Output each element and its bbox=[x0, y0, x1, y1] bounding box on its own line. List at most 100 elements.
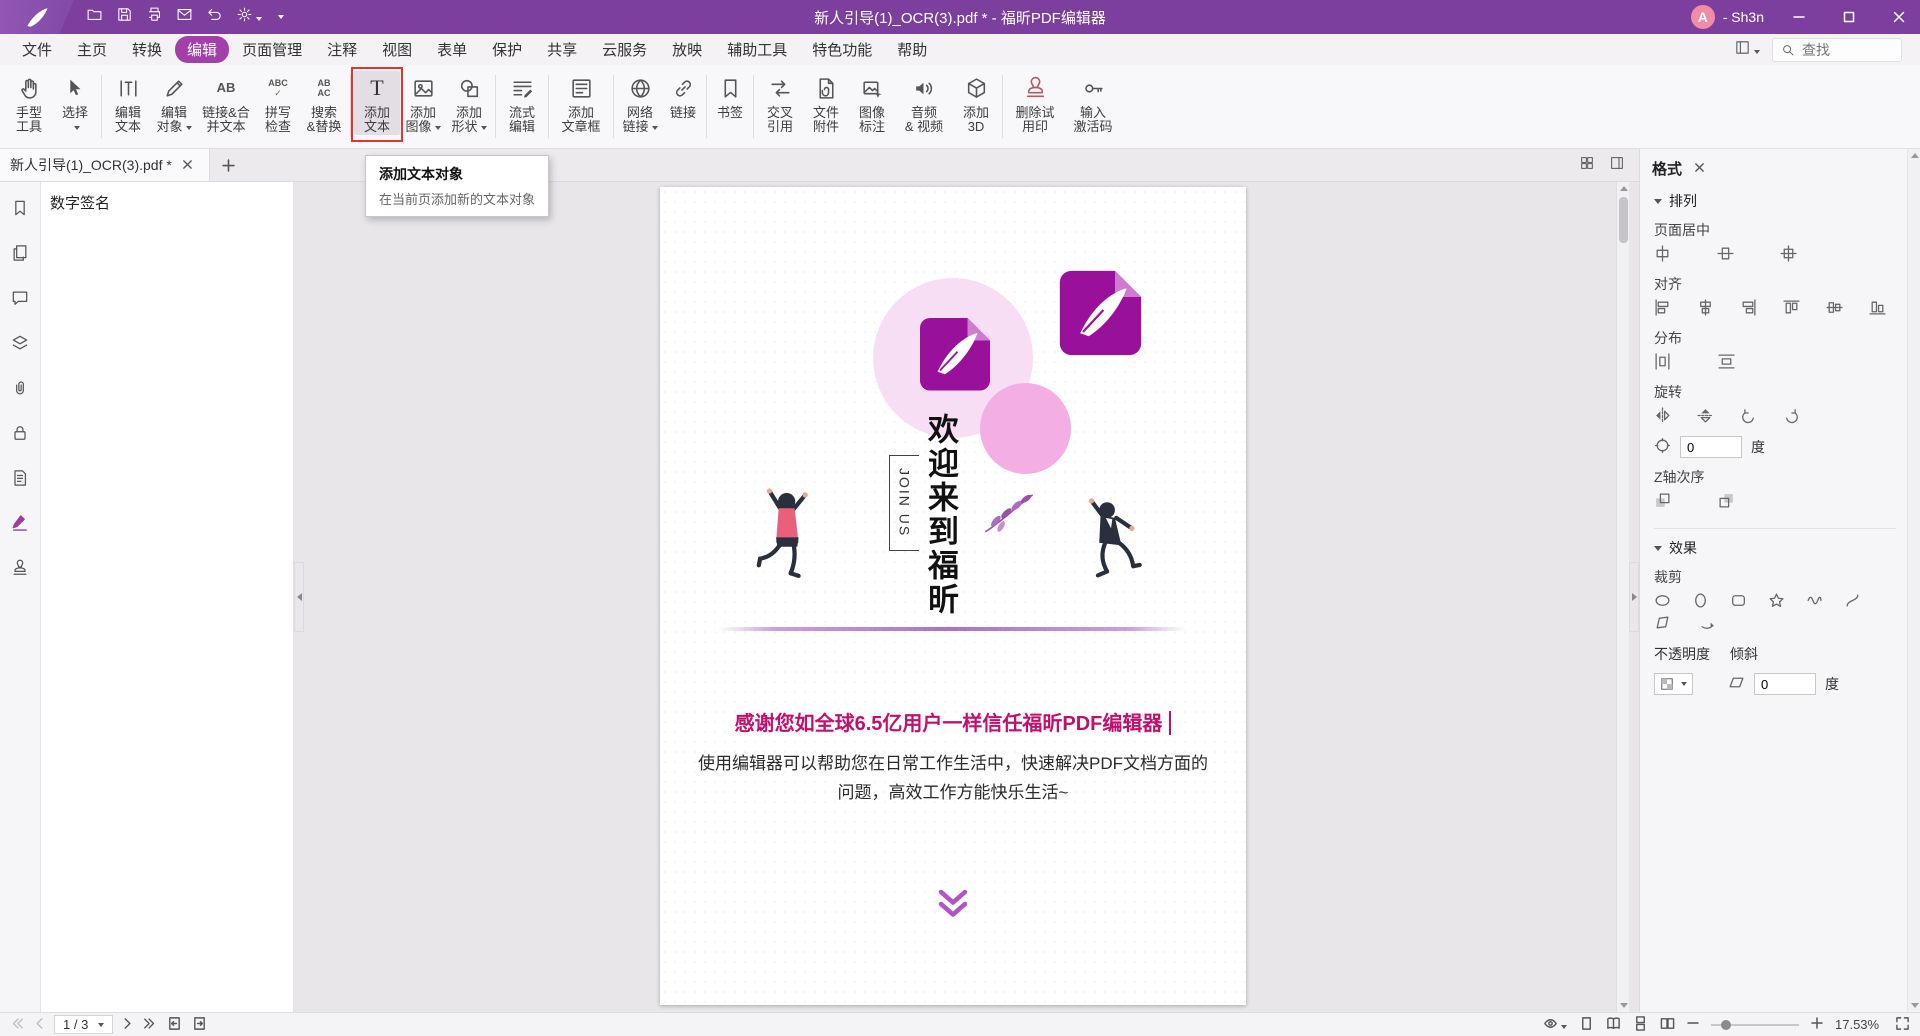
gear-icon[interactable] bbox=[236, 6, 262, 28]
ribbon-cross-reference[interactable]: 交叉 引用 bbox=[757, 71, 803, 135]
menu-form[interactable]: 表单 bbox=[425, 36, 479, 63]
ribbon-hand-tool[interactable]: 手型 工具 bbox=[6, 71, 52, 135]
comments-panel-icon[interactable] bbox=[8, 286, 32, 310]
crop-oval-icon[interactable] bbox=[1692, 592, 1709, 612]
tab-grid-icon[interactable] bbox=[1579, 155, 1595, 176]
menu-accessibility[interactable]: 辅助工具 bbox=[715, 36, 799, 63]
mail-icon[interactable] bbox=[176, 6, 193, 28]
distribute-horizontal-icon[interactable] bbox=[1654, 353, 1671, 373]
ribbon-edit-text[interactable]: 编辑 文本 bbox=[105, 71, 151, 135]
customize-toolbar-icon[interactable] bbox=[275, 8, 284, 26]
menu-edit[interactable]: 编辑 bbox=[175, 36, 229, 63]
collapse-right-panel-handle[interactable] bbox=[1629, 562, 1639, 632]
menu-comment[interactable]: 注释 bbox=[315, 36, 369, 63]
find-box[interactable] bbox=[1772, 38, 1902, 62]
stamps-panel-icon[interactable] bbox=[8, 556, 32, 580]
ribbon-search-replace[interactable]: ABAC 搜索 &替换 bbox=[301, 71, 347, 135]
menu-share[interactable]: 共享 bbox=[535, 36, 589, 63]
ribbon-add-text[interactable]: T 添加 文本 bbox=[354, 71, 400, 135]
ribbon-web-link[interactable]: 网络 链接 bbox=[617, 71, 663, 135]
minimize-button[interactable] bbox=[1778, 0, 1820, 34]
format-panel-scrollbar[interactable] bbox=[1907, 149, 1920, 1012]
zoom-slider-knob[interactable] bbox=[1721, 1020, 1731, 1030]
flip-horizontal-icon[interactable] bbox=[1654, 407, 1671, 427]
ribbon-link-merge-text[interactable]: AB 链接&合 并文本 bbox=[197, 71, 255, 135]
canvas-scrollbar[interactable] bbox=[1616, 182, 1629, 1012]
scrollbar-thumb[interactable] bbox=[1619, 197, 1628, 243]
first-page-icon[interactable] bbox=[10, 1017, 24, 1033]
ribbon-add-shape[interactable]: 添加 形状 bbox=[446, 71, 492, 135]
menu-page-organize[interactable]: 页面管理 bbox=[230, 36, 314, 63]
crop-wave-icon[interactable] bbox=[1806, 592, 1823, 612]
new-tab-button[interactable] bbox=[210, 149, 246, 181]
book-view-icon[interactable] bbox=[1606, 1016, 1621, 1034]
ribbon-edit-object[interactable]: 编辑 对象 bbox=[151, 71, 197, 135]
security-panel-icon[interactable] bbox=[8, 421, 32, 445]
fields-panel-icon[interactable] bbox=[8, 466, 32, 490]
ribbon-flow-edit[interactable]: 流式 编辑 bbox=[499, 71, 545, 135]
save-icon[interactable] bbox=[116, 6, 133, 28]
scroll-up-icon[interactable] bbox=[1620, 186, 1628, 191]
menu-home[interactable]: 主页 bbox=[65, 36, 119, 63]
last-page-icon[interactable] bbox=[143, 1017, 157, 1033]
close-button[interactable] bbox=[1878, 0, 1920, 34]
crop-curve-icon[interactable] bbox=[1844, 592, 1861, 612]
menu-view[interactable]: 视图 bbox=[370, 36, 424, 63]
zoom-in-icon[interactable] bbox=[1811, 1017, 1823, 1032]
ribbon-file-attachment[interactable]: 文件 附件 bbox=[803, 71, 849, 135]
center-vertical-icon[interactable] bbox=[1717, 245, 1734, 265]
continuous-scroll-icon[interactable] bbox=[1633, 1016, 1648, 1034]
previous-page-icon[interactable] bbox=[34, 1017, 44, 1033]
pdf-page[interactable]: JOIN US 欢迎来到福昕 感谢您如全球6.5亿用户一样信任福昕PDF编辑器 … bbox=[660, 187, 1246, 1005]
find-input[interactable] bbox=[1802, 42, 1892, 58]
open-folder-icon[interactable] bbox=[86, 6, 103, 28]
crop-star-icon[interactable] bbox=[1768, 592, 1785, 612]
align-bottom-icon[interactable] bbox=[1869, 299, 1886, 319]
digital-signature-panel-icon[interactable] bbox=[8, 511, 32, 535]
bookmarks-panel-icon[interactable] bbox=[8, 196, 32, 220]
align-top-icon[interactable] bbox=[1783, 299, 1800, 319]
next-page-icon[interactable] bbox=[123, 1017, 133, 1033]
tab-panel-icon[interactable] bbox=[1609, 155, 1625, 176]
print-icon[interactable] bbox=[146, 6, 163, 28]
bring-forward-icon[interactable] bbox=[1654, 492, 1671, 512]
menu-protect[interactable]: 保护 bbox=[480, 36, 534, 63]
ribbon-add-image[interactable]: 添加 图像 bbox=[400, 71, 446, 135]
crop-freeform-icon[interactable] bbox=[1700, 614, 1717, 634]
zoom-slider[interactable] bbox=[1711, 1024, 1799, 1026]
flip-vertical-icon[interactable] bbox=[1697, 407, 1714, 427]
attachments-panel-icon[interactable] bbox=[8, 376, 32, 400]
collapse-left-panel-handle[interactable] bbox=[294, 562, 304, 632]
undo-icon[interactable] bbox=[206, 6, 223, 28]
previous-view-icon[interactable] bbox=[167, 1016, 182, 1034]
align-middle-icon[interactable] bbox=[1826, 299, 1843, 319]
menu-file[interactable]: 文件 bbox=[10, 36, 64, 63]
next-view-icon[interactable] bbox=[192, 1016, 207, 1034]
user-avatar[interactable]: A bbox=[1691, 5, 1715, 29]
crop-ellipse-icon[interactable] bbox=[1654, 592, 1671, 612]
ribbon-spell-check[interactable]: ABC✓ 拼写 检查 bbox=[255, 71, 301, 135]
ribbon-enter-activation-code[interactable]: 输入 激活码 bbox=[1064, 71, 1122, 135]
menu-cloud[interactable]: 云服务 bbox=[590, 36, 659, 63]
section-effects[interactable]: 效果 bbox=[1654, 528, 1896, 558]
document-canvas[interactable]: JOIN US 欢迎来到福昕 感谢您如全球6.5亿用户一样信任福昕PDF编辑器 … bbox=[294, 182, 1639, 1012]
zoom-level-value[interactable]: 17.53% bbox=[1835, 1017, 1883, 1032]
tab-close-icon[interactable] bbox=[182, 157, 193, 173]
single-page-icon[interactable] bbox=[1579, 1016, 1594, 1034]
center-both-icon[interactable] bbox=[1780, 245, 1797, 265]
ribbon-bookmark[interactable]: 书签 bbox=[710, 71, 750, 135]
zoom-out-icon[interactable] bbox=[1687, 1017, 1699, 1032]
layers-panel-icon[interactable] bbox=[8, 331, 32, 355]
maximize-button[interactable] bbox=[1828, 0, 1870, 34]
page-number-box[interactable]: 1 / 3 bbox=[54, 1015, 113, 1034]
menu-features[interactable]: 特色功能 bbox=[800, 36, 884, 63]
user-name[interactable]: - Sh3n bbox=[1723, 9, 1764, 25]
facing-pages-icon[interactable] bbox=[1660, 1016, 1675, 1034]
ribbon-add-3d[interactable]: 添加 3D bbox=[953, 71, 999, 135]
align-left-icon[interactable] bbox=[1654, 299, 1671, 319]
ribbon-add-article-box[interactable]: 添加 文章框 bbox=[552, 71, 610, 135]
fullscreen-icon[interactable] bbox=[1895, 1016, 1910, 1034]
skew-angle-input[interactable] bbox=[1754, 673, 1816, 695]
menu-help[interactable]: 帮助 bbox=[885, 36, 939, 63]
format-panel-close-icon[interactable] bbox=[1694, 160, 1705, 178]
